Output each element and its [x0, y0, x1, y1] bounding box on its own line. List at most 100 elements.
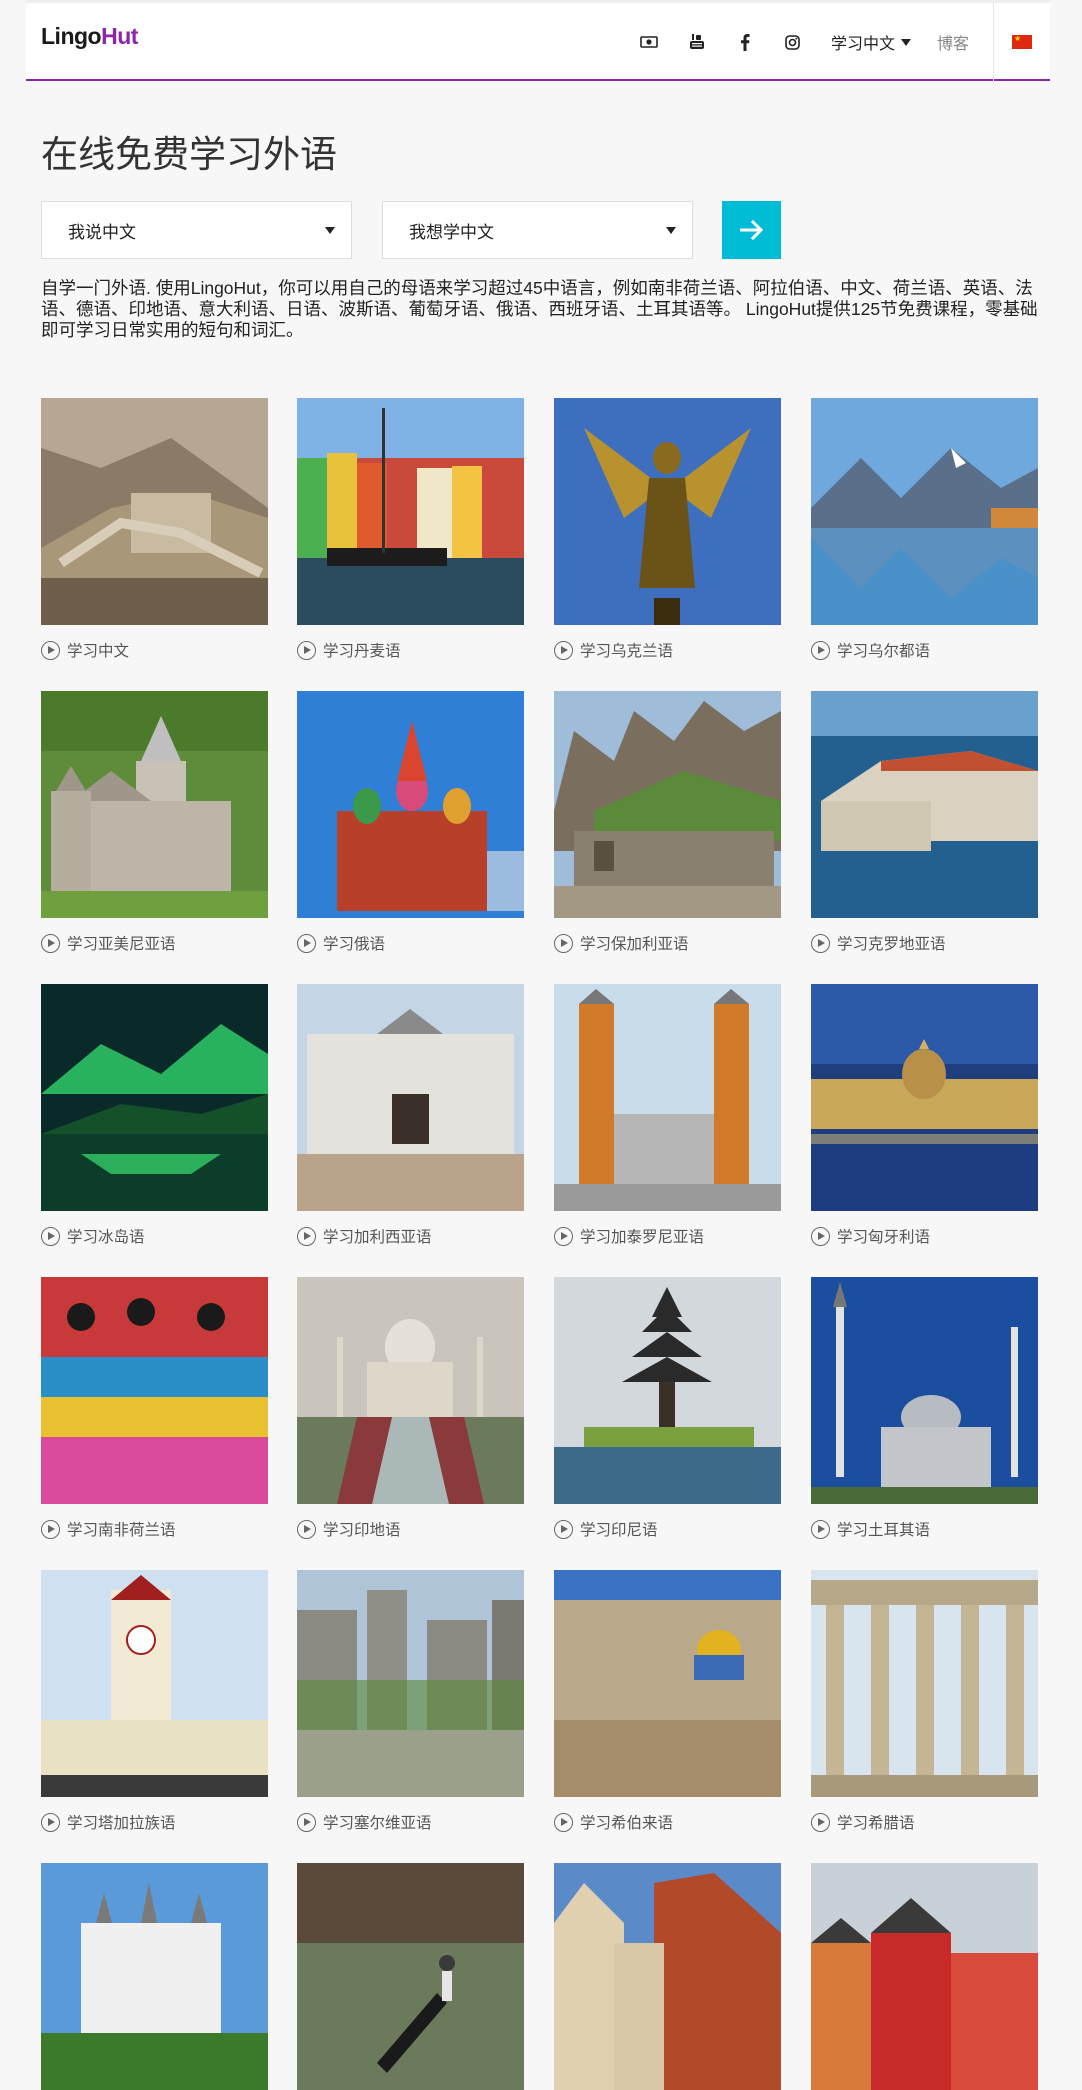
- course-link[interactable]: 学习冰岛语: [41, 1225, 268, 1247]
- course-card[interactable]: 学习希腊语: [811, 1570, 1038, 1833]
- play-circle-icon: [811, 933, 830, 953]
- play-circle-icon: [811, 1812, 830, 1832]
- course-image[interactable]: [41, 984, 268, 1211]
- course-image[interactable]: [811, 1863, 1038, 2090]
- course-link[interactable]: 学习南非荷兰语: [41, 1518, 268, 1540]
- course-link[interactable]: 学习塔加拉族语: [41, 1811, 268, 1833]
- course-label: 学习塔加拉族语: [67, 1815, 176, 1832]
- facebook-icon[interactable]: [721, 22, 769, 62]
- course-card[interactable]: 学习印尼语: [554, 1277, 781, 1540]
- course-link[interactable]: 学习塞尔维亚语: [297, 1811, 524, 1833]
- course-card[interactable]: 学习俄语: [297, 691, 524, 954]
- course-label: 学习克罗地亚语: [837, 936, 946, 953]
- play-circle-icon: [554, 1812, 573, 1832]
- course-link[interactable]: 学习亚美尼亚语: [41, 932, 268, 954]
- course-link[interactable]: 学习印尼语: [554, 1518, 781, 1540]
- native-language-select[interactable]: 我说中文: [41, 201, 352, 259]
- money-icon[interactable]: [625, 22, 673, 62]
- course-link[interactable]: 学习保加利亚语: [554, 932, 781, 954]
- course-card[interactable]: [554, 1863, 781, 2090]
- blog-link[interactable]: 博客: [923, 22, 993, 62]
- course-label: 学习乌尔都语: [837, 643, 931, 660]
- play-circle-icon: [811, 1519, 830, 1539]
- course-card[interactable]: 学习亚美尼亚语: [41, 691, 268, 954]
- course-link[interactable]: 学习土耳其语: [811, 1518, 1038, 1540]
- course-image[interactable]: [297, 1570, 524, 1797]
- go-button[interactable]: [722, 201, 781, 259]
- course-link[interactable]: 学习希伯来语: [554, 1811, 781, 1833]
- course-label: 学习印地语: [323, 1522, 401, 1539]
- course-card[interactable]: 学习希伯来语: [554, 1570, 781, 1833]
- learn-language-menu[interactable]: 学习中文: [817, 22, 923, 62]
- course-card[interactable]: 学习保加利亚语: [554, 691, 781, 954]
- course-image[interactable]: [811, 1277, 1038, 1504]
- course-image[interactable]: [41, 691, 268, 918]
- course-link[interactable]: 学习匈牙利语: [811, 1225, 1038, 1247]
- course-label: 学习中文: [67, 643, 130, 660]
- play-circle-icon: [297, 1226, 316, 1246]
- course-image[interactable]: [554, 984, 781, 1211]
- dropdown-arrow-icon: [666, 227, 676, 234]
- course-image[interactable]: [811, 691, 1038, 918]
- course-card[interactable]: 学习塔加拉族语: [41, 1570, 268, 1833]
- target-language-value: 我想学中文: [409, 222, 494, 242]
- play-circle-icon: [297, 933, 316, 953]
- course-card[interactable]: 学习乌尔都语: [811, 398, 1038, 661]
- course-link[interactable]: 学习加泰罗尼亚语: [554, 1225, 781, 1247]
- course-card[interactable]: 学习匈牙利语: [811, 984, 1038, 1247]
- course-card[interactable]: 学习印地语: [297, 1277, 524, 1540]
- course-label: 学习冰岛语: [67, 1229, 145, 1246]
- course-card[interactable]: [811, 1863, 1038, 2090]
- site-header: LingoHut 学习中文 博客: [26, 0, 1050, 81]
- course-image[interactable]: [554, 1570, 781, 1797]
- course-link[interactable]: 学习印地语: [297, 1518, 524, 1540]
- course-image[interactable]: [41, 1570, 268, 1797]
- course-image[interactable]: [41, 1863, 268, 2090]
- youtube-icon[interactable]: [673, 22, 721, 62]
- course-image[interactable]: [554, 1277, 781, 1504]
- course-card[interactable]: 学习克罗地亚语: [811, 691, 1038, 954]
- course-card[interactable]: [41, 1863, 268, 2090]
- play-circle-icon: [297, 1812, 316, 1832]
- course-image[interactable]: [811, 1570, 1038, 1797]
- course-image[interactable]: [41, 398, 268, 625]
- course-image[interactable]: [297, 398, 524, 625]
- course-link[interactable]: 学习乌克兰语: [554, 639, 781, 661]
- course-image[interactable]: [554, 691, 781, 918]
- course-link[interactable]: 学习俄语: [297, 932, 524, 954]
- course-card[interactable]: 学习加利西亚语: [297, 984, 524, 1247]
- course-image[interactable]: [297, 1277, 524, 1504]
- lingohut-logo[interactable]: LingoHut: [41, 23, 138, 50]
- course-link[interactable]: 学习克罗地亚语: [811, 932, 1038, 954]
- course-card[interactable]: 学习中文: [41, 398, 268, 661]
- course-label: 学习土耳其语: [837, 1522, 931, 1539]
- course-link[interactable]: 学习加利西亚语: [297, 1225, 524, 1247]
- course-image[interactable]: [554, 398, 781, 625]
- instagram-icon[interactable]: [769, 22, 817, 62]
- course-image[interactable]: [811, 984, 1038, 1211]
- language-flag-button[interactable]: [994, 22, 1050, 62]
- course-label: 学习保加利亚语: [580, 936, 689, 953]
- course-card[interactable]: [297, 1863, 524, 2090]
- intro-text: 自学一门外语. 使用LingoHut，你可以用自己的母语来学习超过45中语言，例…: [41, 278, 1038, 340]
- course-image[interactable]: [41, 1277, 268, 1504]
- course-card[interactable]: 学习丹麦语: [297, 398, 524, 661]
- course-card[interactable]: 学习加泰罗尼亚语: [554, 984, 781, 1247]
- course-card[interactable]: 学习塞尔维亚语: [297, 1570, 524, 1833]
- course-image[interactable]: [297, 1863, 524, 2090]
- course-image[interactable]: [811, 398, 1038, 625]
- course-image[interactable]: [554, 1863, 781, 2090]
- play-circle-icon: [297, 1519, 316, 1539]
- course-image[interactable]: [297, 984, 524, 1211]
- course-card[interactable]: 学习冰岛语: [41, 984, 268, 1247]
- play-circle-icon: [41, 1226, 60, 1246]
- course-link[interactable]: 学习乌尔都语: [811, 639, 1038, 661]
- course-card[interactable]: 学习土耳其语: [811, 1277, 1038, 1540]
- course-card[interactable]: 学习乌克兰语: [554, 398, 781, 661]
- course-link[interactable]: 学习丹麦语: [297, 639, 524, 661]
- course-card[interactable]: 学习南非荷兰语: [41, 1277, 268, 1540]
- course-link[interactable]: 学习中文: [41, 639, 268, 661]
- target-language-select[interactable]: 我想学中文: [382, 201, 693, 259]
- course-image[interactable]: [297, 691, 524, 918]
- course-link[interactable]: 学习希腊语: [811, 1811, 1038, 1833]
